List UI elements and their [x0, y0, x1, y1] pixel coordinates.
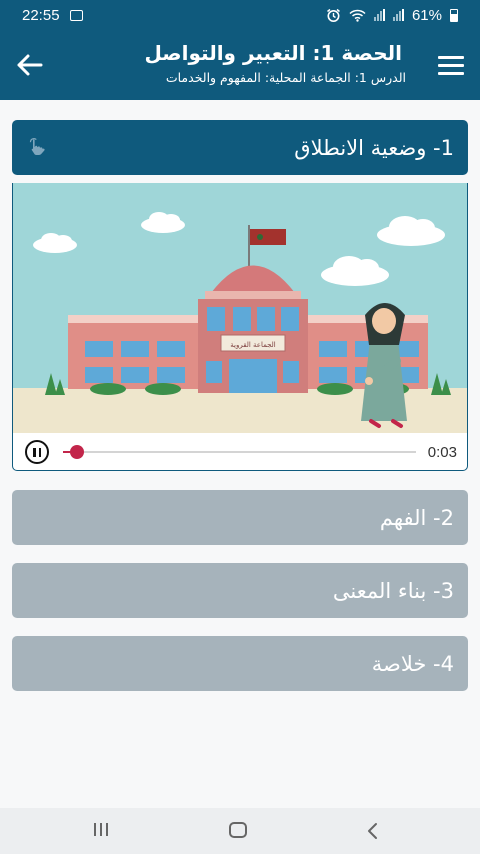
section-label: 4- خلاصة [371, 651, 454, 676]
woman-figure [361, 303, 407, 428]
section-label: 3- بناء المعنى [332, 578, 454, 603]
back-arrow-icon [17, 54, 43, 76]
video-time: 0:03 [427, 443, 457, 461]
signal-icon [373, 9, 385, 21]
section-label: 1- وضعية الانطلاق [294, 135, 454, 160]
system-back-icon[interactable] [366, 822, 380, 840]
app-bar-titles: الحصة 1: التعبير والتواصل الدرس 1: الجما… [60, 38, 406, 88]
wifi-icon [349, 9, 366, 22]
signal-icon-2 [392, 9, 404, 21]
status-time: 22:55 [22, 6, 60, 24]
menu-icon [438, 55, 464, 75]
progress-slider[interactable] [63, 445, 416, 459]
pause-icon [33, 447, 41, 457]
recent-apps-icon[interactable] [94, 823, 108, 836]
section-header-building-meaning[interactable]: 3- بناء المعنى [12, 563, 468, 618]
app-bar: الحصة 1: التعبير والتواصل الدرس 1: الجما… [0, 30, 480, 100]
video-frame: الجماعة القروية [13, 183, 467, 433]
progress-thumb[interactable] [70, 445, 85, 459]
status-bar: 22:55 61% [0, 0, 480, 30]
building-sign-text: الجماعة القروية [230, 341, 276, 349]
section-header-comprehension[interactable]: 2- الفهم [12, 490, 468, 545]
page-title: الحصة 1: التعبير والتواصل [144, 41, 402, 65]
back-button[interactable] [12, 48, 46, 82]
alarm-icon [327, 8, 340, 22]
home-icon[interactable] [229, 822, 247, 838]
section-header-conclusion[interactable]: 4- خلاصة [12, 636, 468, 691]
video-player[interactable]: الجماعة القروية 0:03 [12, 183, 468, 471]
menu-button[interactable] [434, 48, 468, 82]
video-controls: 0:03 [13, 433, 467, 470]
section-header-starting-situation[interactable]: 1- وضعية الانطلاق [12, 120, 468, 175]
page-subtitle: الدرس 1: الجماعة المحلية: المفهوم والخدم… [165, 70, 406, 85]
section-label: 2- الفهم [379, 505, 454, 530]
pause-button[interactable] [25, 440, 49, 464]
system-nav-bar [0, 808, 480, 854]
hand-tap-icon [29, 138, 45, 155]
battery-icon [450, 8, 458, 22]
battery-level: 61% [411, 6, 442, 24]
image-icon [69, 9, 83, 21]
